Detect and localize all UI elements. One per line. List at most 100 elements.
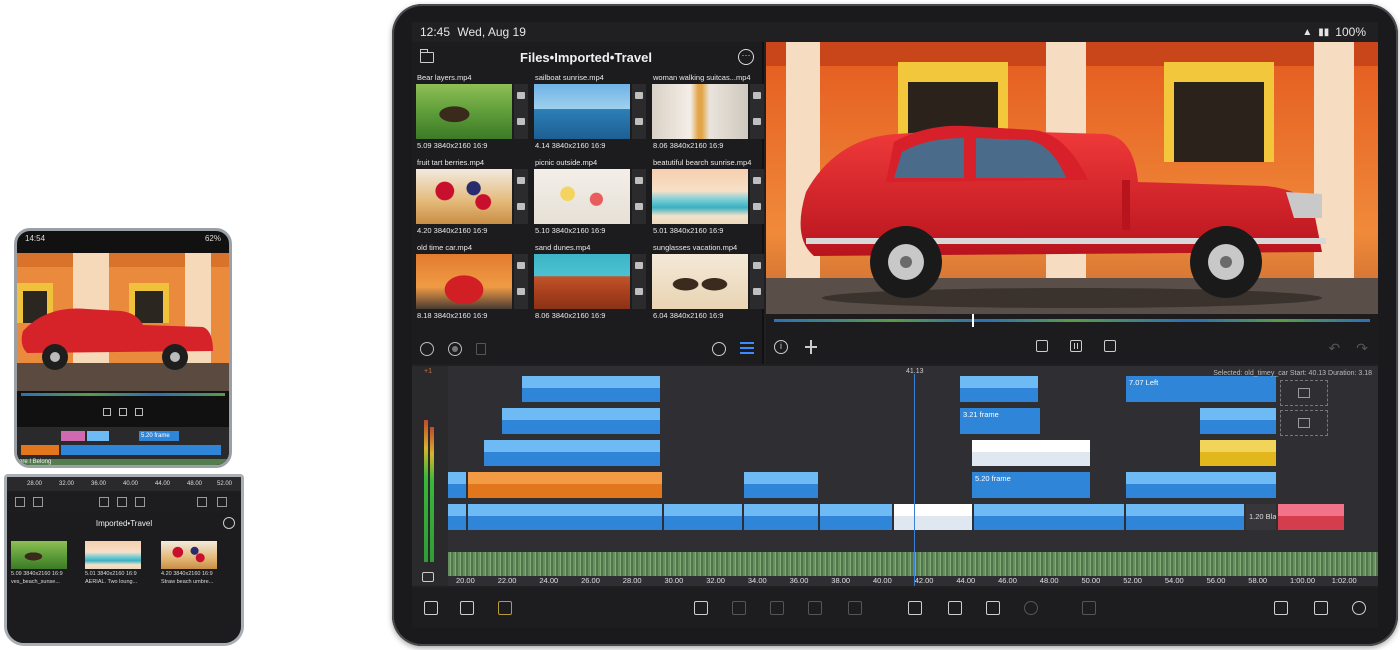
pause-icon[interactable]: [1070, 340, 1082, 352]
clip-thumbnail[interactable]: [652, 84, 748, 139]
phone-export-icon[interactable]: [197, 497, 207, 507]
phone-list-icon[interactable]: [33, 497, 43, 507]
media-clip[interactable]: sand dunes.mp4 8.06 3840x2160 16:9: [534, 242, 648, 323]
phone-clip[interactable]: [87, 431, 109, 441]
media-clip[interactable]: picnic outside.mp4 5.10 3840x2160 16:9: [534, 157, 648, 238]
timeline-clip[interactable]: 3.21 w: [664, 504, 742, 530]
timeline-clip[interactable]: 3.14 beauti: [974, 504, 1050, 530]
timeline-clip[interactable]: 5.20 Key lime pie: [972, 440, 1090, 466]
timeline-clip[interactable]: 3.18 old: [894, 504, 972, 530]
phone-clip[interactable]: [61, 431, 85, 441]
timeline-clip[interactable]: 5.20 frame: [972, 472, 1090, 498]
clip-thumbnail[interactable]: [534, 169, 630, 224]
redo-icon[interactable]: ↷: [1356, 340, 1368, 357]
record-icon[interactable]: [448, 342, 462, 356]
timeline-clip[interactable]: 6.18 Drone view of beautif: [522, 376, 660, 402]
media-clip[interactable]: woman walking suitcas...mp4 8.06 3840x216…: [652, 72, 766, 153]
timeline-clip[interactable]: 3.18 AER: [1050, 504, 1124, 530]
transition-icon[interactable]: [732, 601, 746, 615]
skip-forward-icon[interactable]: [1104, 340, 1116, 352]
timeline-ruler[interactable]: 20.00 22.00 24.00 26.00 28.00 30.00 32.00 34.00…: [448, 576, 1378, 586]
media-clip[interactable]: sunglasses vacation.mp4 6.04 3840x2160 16…: [652, 242, 766, 323]
empty-slot[interactable]: [1280, 410, 1328, 436]
scrubber-track[interactable]: [774, 319, 1370, 322]
scissors-icon[interactable]: [986, 601, 1000, 615]
timeline-clip[interactable]: 9.08 Aerial view of foamy waves of India…: [468, 504, 662, 530]
select-check-icon[interactable]: [948, 601, 962, 615]
phone-more-icon[interactable]: [223, 517, 235, 529]
speaker-icon[interactable]: [422, 572, 434, 582]
track-area[interactable]: 6.18 Drone view of beautif 3.21 sunglass 7…: [448, 366, 1378, 552]
timeline-clip[interactable]: 7.07 Left: [1126, 376, 1276, 402]
clip-thumbnail[interactable]: [416, 254, 512, 309]
timeline-tracks[interactable]: 6.18 Drone view of beautif 3.21 sunglass 7…: [448, 366, 1378, 586]
layout-icon[interactable]: [1274, 601, 1288, 615]
clip-thumbnail[interactable]: [652, 254, 748, 309]
timeline-clip[interactable]: 3.20 fr: [1278, 504, 1344, 530]
phone-select-icon[interactable]: [99, 497, 109, 507]
media-clip[interactable]: fruit tart berries.mp4 4.20 3840x2160 16:…: [416, 157, 530, 238]
phone-import-icon[interactable]: [15, 497, 25, 507]
timeline-clip[interactable]: 5.12 old_timey_car: [1126, 504, 1244, 530]
clip-thumbnail[interactable]: [652, 169, 748, 224]
link-icon[interactable]: [770, 601, 784, 615]
more-options-icon[interactable]: ···: [738, 49, 754, 65]
timeline-clip[interactable]: 1.20 Bla: [1246, 504, 1276, 530]
timeline-clip[interactable]: 3.17 old: [1200, 440, 1276, 466]
browser-breadcrumb[interactable]: Files•Imported•Travel: [520, 50, 652, 65]
phone-add-icon[interactable]: [135, 497, 145, 507]
phone-pause-icon[interactable]: [119, 408, 127, 416]
select-check-icon[interactable]: [420, 342, 434, 356]
phone-clip[interactable]: [61, 445, 221, 455]
folder-icon[interactable]: [420, 48, 434, 63]
phone-scrubber[interactable]: [21, 393, 225, 396]
info-icon[interactable]: i: [774, 340, 788, 354]
clip-thumbnail[interactable]: [534, 84, 630, 139]
media-clip[interactable]: old time car.mp4 8.18 3840x2160 16:9: [416, 242, 530, 323]
delete-icon[interactable]: [476, 343, 486, 355]
layers-icon[interactable]: [498, 601, 512, 615]
clip-thumbnail[interactable]: [534, 254, 630, 309]
timeline-clip[interactable]: 3.16 4k: [744, 504, 818, 530]
scrubber-head[interactable]: [972, 314, 974, 327]
timeline-clip[interactable]: 7.17 Cook pouring jelly on decor: [502, 408, 660, 434]
phone-video-preview[interactable]: [17, 253, 229, 391]
timeline-clip[interactable]: 8.14 young woman in a long flowing d: [484, 440, 660, 466]
undo-icon[interactable]: ↶: [1329, 340, 1341, 357]
add-media-icon[interactable]: [694, 601, 708, 615]
preview-scrubber[interactable]: [766, 314, 1378, 327]
timeline-clip[interactable]: ers: [448, 504, 466, 530]
split-icon[interactable]: [804, 340, 818, 354]
phone-clip-thumbnail[interactable]: [161, 541, 217, 569]
audio-waveform[interactable]: [448, 552, 1378, 576]
effects-icon[interactable]: [848, 601, 862, 615]
skip-back-icon[interactable]: [1036, 340, 1048, 352]
phone-clip-thumbnail[interactable]: [85, 541, 141, 569]
trash-icon[interactable]: [1082, 601, 1096, 615]
media-clip[interactable]: beatutiful bearch sunrise.mp4 5.01 3840x2…: [652, 157, 766, 238]
phone-cut-icon[interactable]: [117, 497, 127, 507]
phone-clip[interactable]: [21, 445, 59, 455]
phone-clip-label[interactable]: 5.20 frame: [139, 431, 179, 441]
timeline-clip[interactable]: 9.08 VENICE, ITALY - FEBRUARY 2015: Bur: [468, 472, 662, 498]
playhead[interactable]: [914, 374, 915, 586]
timeline-clip[interactable]: 3.21 frame: [960, 408, 1040, 434]
media-clip[interactable]: sailboat sunrise.mp4 4.14 3840x2160 16:9: [534, 72, 648, 153]
share-icon[interactable]: [1314, 601, 1328, 615]
phone-clip-thumbnail[interactable]: [11, 541, 67, 569]
timeline-clip[interactable]: 3.14 se: [820, 504, 892, 530]
empty-slot[interactable]: [1280, 380, 1328, 406]
clip-thumbnail[interactable]: [416, 169, 512, 224]
timeline-clip[interactable]: 7.07 old_timey_car: [1126, 472, 1276, 498]
phone-skip-back-icon[interactable]: [103, 408, 111, 416]
phone-skip-forward-icon[interactable]: [135, 408, 143, 416]
phone-timeline[interactable]: 5.20 frame ere I Belong: [17, 427, 229, 465]
media-clip[interactable]: Bear layers.mp4 5.09 3840x2160 16:9: [416, 72, 530, 153]
timeline-clip[interactable]: 3.17 old: [1200, 408, 1276, 434]
timeline-clip[interactable]: 3.16: [744, 472, 818, 498]
import-icon[interactable]: [424, 601, 438, 615]
pen-icon[interactable]: [808, 601, 822, 615]
list-view-icon[interactable]: [740, 342, 754, 354]
add-icon[interactable]: [1024, 601, 1038, 615]
video-preview[interactable]: [766, 42, 1378, 314]
